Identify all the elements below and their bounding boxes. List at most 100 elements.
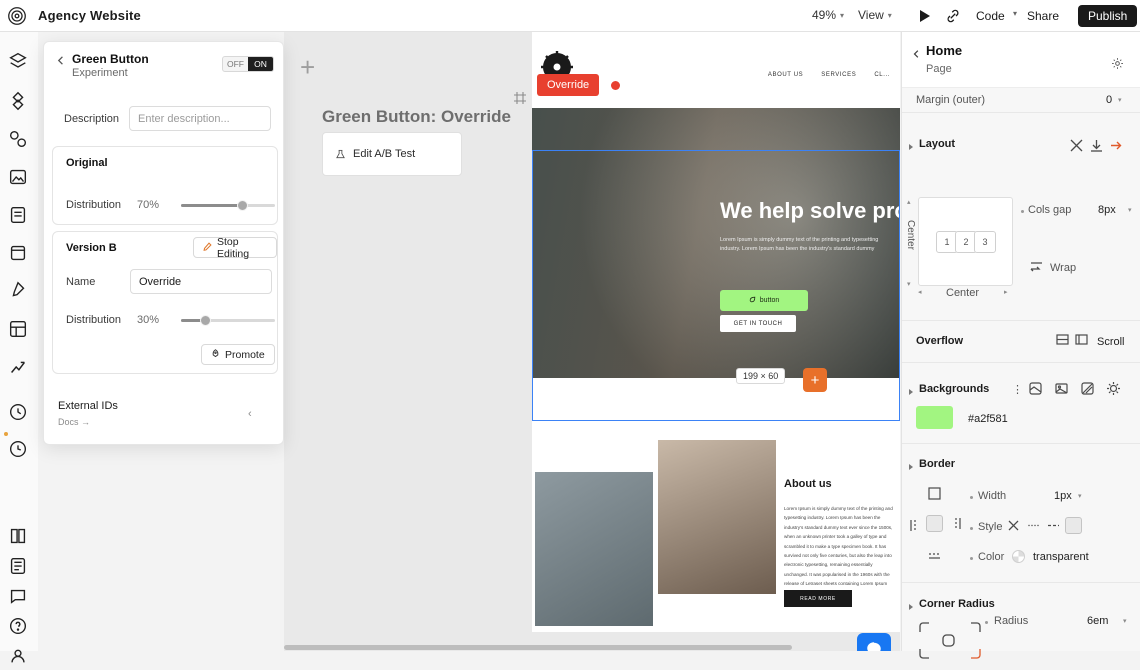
layers-icon[interactable] <box>7 50 29 72</box>
border-side-left-icon[interactable] <box>907 517 924 534</box>
layout-cell-3[interactable]: 3 <box>974 231 996 253</box>
history-icon[interactable] <box>7 438 29 460</box>
overflow-visible-icon[interactable] <box>1073 331 1090 348</box>
chevron-down-icon[interactable]: ▾ <box>907 280 911 288</box>
align-right-icon[interactable] <box>1108 137 1125 154</box>
corner-bottom-left-icon[interactable] <box>916 645 933 662</box>
canvas-horizontal-scrollbar[interactable] <box>284 645 900 650</box>
margin-value[interactable]: 0 <box>1106 94 1112 106</box>
border-color-swatch[interactable] <box>1012 550 1025 563</box>
cms-icon[interactable] <box>7 318 29 340</box>
border-side-bottom-icon[interactable] <box>926 545 943 562</box>
website-preview[interactable]: ABOUT US SERVICES CL... We help solve pr… <box>532 32 900 632</box>
add-element-button[interactable]: + <box>803 368 827 392</box>
preview-play-button[interactable] <box>916 7 934 25</box>
back-arrow-icon[interactable] <box>912 48 922 58</box>
chevron-down-icon[interactable]: ▾ <box>1078 492 1082 500</box>
view-menu[interactable]: View ▾ <box>858 8 892 22</box>
background-effects-icon[interactable] <box>1105 380 1122 397</box>
assets-icon[interactable] <box>7 128 29 150</box>
pages-icon[interactable] <box>7 204 29 226</box>
publish-button[interactable]: Publish <box>1078 5 1138 27</box>
align-bottom-icon[interactable] <box>1088 137 1105 154</box>
override-badge[interactable]: Override <box>537 74 600 96</box>
nav-link-about[interactable]: ABOUT US <box>768 72 803 78</box>
chevron-down-icon[interactable]: ▾ <box>1123 617 1127 625</box>
chevron-down-icon[interactable]: ▾ <box>1118 96 1122 104</box>
background-image-icon[interactable] <box>1053 380 1070 397</box>
clock-icon[interactable] <box>7 401 29 423</box>
add-section-icon[interactable]: + <box>300 52 315 83</box>
slider-knob[interactable] <box>237 200 248 211</box>
overflow-value[interactable]: Scroll <box>1097 336 1125 348</box>
version-b-name-input[interactable]: Override <box>130 269 272 294</box>
spiral-logo-icon[interactable] <box>6 5 28 27</box>
wrap-icon[interactable] <box>1028 258 1045 275</box>
components-icon[interactable] <box>7 90 29 112</box>
gear-icon[interactable] <box>1111 57 1124 70</box>
zoom-control[interactable]: 49% ▾ <box>812 8 844 22</box>
border-style-none-icon[interactable] <box>1005 517 1022 534</box>
border-style-dotted-icon[interactable] <box>1025 517 1042 534</box>
pen-tool-icon[interactable] <box>7 280 29 302</box>
layout-cells-grid[interactable]: 1 2 3 <box>918 197 1013 286</box>
design-canvas[interactable]: + Green Button: Override Edit A/B Test A… <box>284 32 900 651</box>
frame-icon[interactable] <box>514 92 526 104</box>
chevron-left-icon[interactable]: ◂ <box>918 288 922 296</box>
background-color-value[interactable]: #a2f581 <box>968 413 1008 425</box>
edit-ab-test-button[interactable]: Edit A/B Test <box>322 132 462 176</box>
help-icon[interactable] <box>7 615 29 637</box>
background-color-swatch[interactable] <box>916 406 953 429</box>
analytics-icon[interactable] <box>7 356 29 378</box>
code-button[interactable]: Code <box>968 6 1013 26</box>
back-arrow-icon[interactable] <box>56 55 67 66</box>
library-icon[interactable] <box>7 242 29 264</box>
chat-icon[interactable] <box>7 585 29 607</box>
share-button[interactable]: Share <box>1027 6 1059 26</box>
corner-bottom-right-icon[interactable] <box>967 645 984 662</box>
link-icon[interactable] <box>944 7 962 25</box>
cols-gap-value[interactable]: 8px <box>1098 204 1116 216</box>
promote-button[interactable]: Promote <box>201 344 275 365</box>
border-side-right-icon[interactable] <box>947 515 964 532</box>
stop-editing-button[interactable]: Stop Editing <box>193 236 277 260</box>
slider-knob[interactable] <box>200 315 211 326</box>
corner-top-left-icon[interactable] <box>916 619 933 636</box>
corner-top-right-icon[interactable] <box>967 619 984 636</box>
background-color-icon[interactable] <box>1027 380 1044 397</box>
experiment-toggle[interactable]: OFF ON <box>222 56 274 72</box>
images-icon[interactable] <box>7 166 29 188</box>
version-b-distribution-slider[interactable] <box>181 315 275 326</box>
docs-icon[interactable] <box>7 555 29 577</box>
nav-link-services[interactable]: SERVICES <box>821 72 856 78</box>
book-icon[interactable] <box>7 525 29 547</box>
border-width-value[interactable]: 1px <box>1054 490 1072 502</box>
hero-primary-button[interactable]: button <box>720 290 808 311</box>
site-nav-links[interactable]: ABOUT US SERVICES CL... <box>768 72 890 78</box>
chevron-down-icon[interactable]: ▾ <box>1013 9 1017 18</box>
corner-all-icon[interactable] <box>940 632 957 649</box>
corner-radius-value[interactable]: 6em <box>1087 615 1108 627</box>
backgrounds-disclosure-icon[interactable] <box>909 389 913 395</box>
border-color-value[interactable]: transparent <box>1033 551 1089 563</box>
corner-radius-disclosure-icon[interactable] <box>909 604 913 610</box>
account-icon[interactable] <box>7 645 29 667</box>
about-read-more-button[interactable]: READ MORE <box>784 590 852 607</box>
border-disclosure-icon[interactable] <box>909 464 913 470</box>
toggle-on-option[interactable]: ON <box>248 57 273 71</box>
chevron-down-icon[interactable]: ▾ <box>1128 206 1132 214</box>
chevron-left-icon[interactable]: ‹ <box>248 408 252 420</box>
nav-link-clients[interactable]: CL... <box>874 72 890 78</box>
toggle-off-option[interactable]: OFF <box>223 57 248 71</box>
overflow-hidden-icon[interactable] <box>1054 331 1071 348</box>
description-input[interactable]: Enter description... <box>129 106 271 131</box>
border-style-dashed-icon[interactable] <box>1045 517 1062 534</box>
scrollbar-thumb[interactable] <box>284 645 792 650</box>
distribute-horizontal-icon[interactable] <box>1068 137 1085 154</box>
chevron-right-icon[interactable]: ▸ <box>1004 288 1008 296</box>
background-gradient-icon[interactable] <box>1079 380 1096 397</box>
about-section[interactable]: About us Lorem Ipsum is simply dummy tex… <box>532 378 900 632</box>
chat-fab-button[interactable] <box>857 633 891 651</box>
external-ids-docs-link[interactable]: Docs → <box>58 417 90 427</box>
chevron-up-icon[interactable]: ▴ <box>907 198 911 206</box>
